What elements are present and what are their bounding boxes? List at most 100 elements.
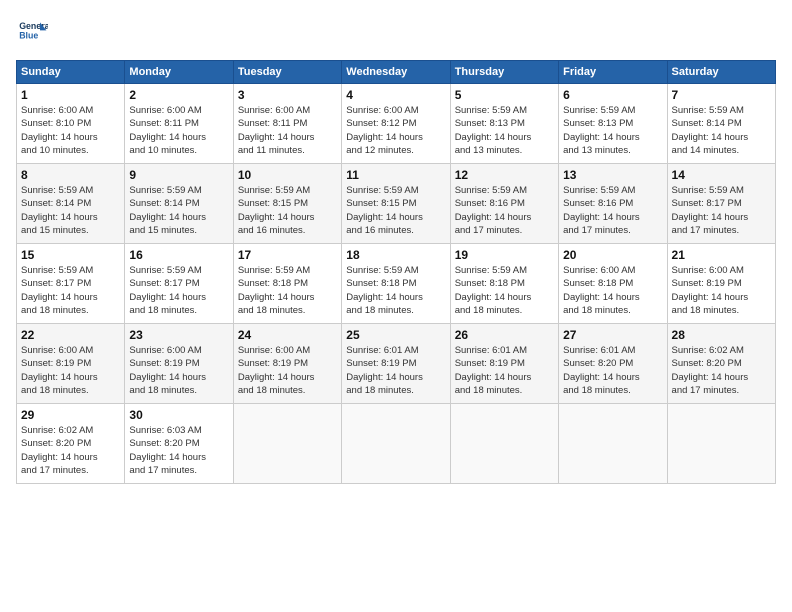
day-number: 11 — [346, 168, 445, 182]
calendar-cell: 2Sunrise: 6:00 AMSunset: 8:11 PMDaylight… — [125, 84, 233, 164]
day-info: Sunrise: 6:02 AMSunset: 8:20 PMDaylight:… — [21, 424, 120, 477]
calendar-body: 1 Sunrise: 6:00 AMSunset: 8:10 PMDaylight… — [17, 84, 776, 484]
day-info: Sunrise: 6:02 AMSunset: 8:20 PMDaylight:… — [672, 344, 771, 397]
day-number: 21 — [672, 248, 771, 262]
day-info: Sunrise: 6:01 AMSunset: 8:19 PMDaylight:… — [455, 344, 554, 397]
day-info: Sunrise: 5:59 AMSunset: 8:14 PMDaylight:… — [672, 104, 771, 157]
day-info: Sunrise: 6:03 AMSunset: 8:20 PMDaylight:… — [129, 424, 228, 477]
calendar-cell: 9Sunrise: 5:59 AMSunset: 8:14 PMDaylight… — [125, 164, 233, 244]
day-number: 5 — [455, 88, 554, 102]
day-number: 27 — [563, 328, 662, 342]
calendar-cell: 27 Sunrise: 6:01 AMSunset: 8:20 PMDayligh… — [559, 324, 667, 404]
day-info: Sunrise: 5:59 AMSunset: 8:17 PMDaylight:… — [672, 184, 771, 237]
day-number: 4 — [346, 88, 445, 102]
day-number: 22 — [21, 328, 120, 342]
calendar-cell: 10 Sunrise: 5:59 AMSunset: 8:15 PMDayligh… — [233, 164, 341, 244]
day-info: Sunrise: 6:00 AMSunset: 8:19 PMDaylight:… — [129, 344, 228, 397]
day-number: 20 — [563, 248, 662, 262]
day-number: 9 — [129, 168, 228, 182]
day-info: Sunrise: 5:59 AMSunset: 8:17 PMDaylight:… — [21, 264, 120, 317]
calendar-cell: 14Sunrise: 5:59 AMSunset: 8:17 PMDayligh… — [667, 164, 775, 244]
day-info: Sunrise: 5:59 AMSunset: 8:16 PMDaylight:… — [563, 184, 662, 237]
day-info: Sunrise: 5:59 AMSunset: 8:15 PMDaylight:… — [238, 184, 337, 237]
calendar-cell: 25 Sunrise: 6:01 AMSunset: 8:19 PMDayligh… — [342, 324, 450, 404]
calendar-cell: 16 Sunrise: 5:59 AMSunset: 8:17 PMDayligh… — [125, 244, 233, 324]
calendar-row: 1 Sunrise: 6:00 AMSunset: 8:10 PMDaylight… — [17, 84, 776, 164]
calendar-cell — [450, 404, 558, 484]
day-number: 30 — [129, 408, 228, 422]
calendar-cell: 1 Sunrise: 6:00 AMSunset: 8:10 PMDaylight… — [17, 84, 125, 164]
calendar-cell: 22 Sunrise: 6:00 AMSunset: 8:19 PMDayligh… — [17, 324, 125, 404]
day-info: Sunrise: 6:01 AMSunset: 8:19 PMDaylight:… — [346, 344, 445, 397]
calendar-cell: 20 Sunrise: 6:00 AMSunset: 8:18 PMDayligh… — [559, 244, 667, 324]
day-info: Sunrise: 6:00 AMSunset: 8:11 PMDaylight:… — [238, 104, 337, 157]
calendar-header: SundayMondayTuesdayWednesdayThursdayFrid… — [17, 61, 776, 84]
day-number: 16 — [129, 248, 228, 262]
weekday-header-row: SundayMondayTuesdayWednesdayThursdayFrid… — [17, 61, 776, 84]
day-info: Sunrise: 5:59 AMSunset: 8:13 PMDaylight:… — [455, 104, 554, 157]
day-number: 3 — [238, 88, 337, 102]
calendar-cell: 28 Sunrise: 6:02 AMSunset: 8:20 PMDayligh… — [667, 324, 775, 404]
calendar-row: 29Sunrise: 6:02 AMSunset: 8:20 PMDayligh… — [17, 404, 776, 484]
day-info: Sunrise: 5:59 AMSunset: 8:18 PMDaylight:… — [455, 264, 554, 317]
day-info: Sunrise: 6:00 AMSunset: 8:19 PMDaylight:… — [21, 344, 120, 397]
calendar-row: 22 Sunrise: 6:00 AMSunset: 8:19 PMDayligh… — [17, 324, 776, 404]
calendar-cell: 21 Sunrise: 6:00 AMSunset: 8:19 PMDayligh… — [667, 244, 775, 324]
calendar-cell: 7 Sunrise: 5:59 AMSunset: 8:14 PMDaylight… — [667, 84, 775, 164]
calendar-table: SundayMondayTuesdayWednesdayThursdayFrid… — [16, 60, 776, 484]
calendar-cell — [342, 404, 450, 484]
day-number: 25 — [346, 328, 445, 342]
day-number: 13 — [563, 168, 662, 182]
day-info: Sunrise: 5:59 AMSunset: 8:14 PMDaylight:… — [21, 184, 120, 237]
day-info: Sunrise: 6:00 AMSunset: 8:19 PMDaylight:… — [672, 264, 771, 317]
day-info: Sunrise: 5:59 AMSunset: 8:16 PMDaylight:… — [455, 184, 554, 237]
day-number: 15 — [21, 248, 120, 262]
calendar-cell: 6 Sunrise: 5:59 AMSunset: 8:13 PMDaylight… — [559, 84, 667, 164]
weekday-header-wednesday: Wednesday — [342, 61, 450, 84]
day-number: 7 — [672, 88, 771, 102]
day-number: 24 — [238, 328, 337, 342]
day-number: 8 — [21, 168, 120, 182]
day-number: 28 — [672, 328, 771, 342]
day-number: 23 — [129, 328, 228, 342]
day-number: 6 — [563, 88, 662, 102]
calendar-row: 15 Sunrise: 5:59 AMSunset: 8:17 PMDayligh… — [17, 244, 776, 324]
day-info: Sunrise: 6:01 AMSunset: 8:20 PMDaylight:… — [563, 344, 662, 397]
calendar-cell: 30 Sunrise: 6:03 AMSunset: 8:20 PMDayligh… — [125, 404, 233, 484]
day-number: 19 — [455, 248, 554, 262]
calendar-cell: 5 Sunrise: 5:59 AMSunset: 8:13 PMDaylight… — [450, 84, 558, 164]
svg-text:Blue: Blue — [19, 30, 38, 40]
calendar-row: 8 Sunrise: 5:59 AMSunset: 8:14 PMDaylight… — [17, 164, 776, 244]
calendar-cell: 13 Sunrise: 5:59 AMSunset: 8:16 PMDayligh… — [559, 164, 667, 244]
weekday-header-tuesday: Tuesday — [233, 61, 341, 84]
calendar-cell: 3 Sunrise: 6:00 AMSunset: 8:11 PMDaylight… — [233, 84, 341, 164]
day-info: Sunrise: 5:59 AMSunset: 8:17 PMDaylight:… — [129, 264, 228, 317]
day-number: 26 — [455, 328, 554, 342]
calendar-cell: 23 Sunrise: 6:00 AMSunset: 8:19 PMDayligh… — [125, 324, 233, 404]
day-info: Sunrise: 6:00 AMSunset: 8:11 PMDaylight:… — [129, 104, 228, 157]
calendar-cell: 15 Sunrise: 5:59 AMSunset: 8:17 PMDayligh… — [17, 244, 125, 324]
day-info: Sunrise: 6:00 AMSunset: 8:19 PMDaylight:… — [238, 344, 337, 397]
day-info: Sunrise: 5:59 AMSunset: 8:15 PMDaylight:… — [346, 184, 445, 237]
day-info: Sunrise: 5:59 AMSunset: 8:13 PMDaylight:… — [563, 104, 662, 157]
calendar-cell: 24 Sunrise: 6:00 AMSunset: 8:19 PMDayligh… — [233, 324, 341, 404]
day-number: 1 — [21, 88, 120, 102]
day-number: 18 — [346, 248, 445, 262]
day-info: Sunrise: 5:59 AMSunset: 8:18 PMDaylight:… — [238, 264, 337, 317]
day-number: 10 — [238, 168, 337, 182]
day-number: 12 — [455, 168, 554, 182]
calendar-cell: 4 Sunrise: 6:00 AMSunset: 8:12 PMDaylight… — [342, 84, 450, 164]
weekday-header-sunday: Sunday — [17, 61, 125, 84]
day-info: Sunrise: 6:00 AMSunset: 8:10 PMDaylight:… — [21, 104, 120, 157]
logo: General Blue — [16, 16, 52, 48]
weekday-header-thursday: Thursday — [450, 61, 558, 84]
logo-icon: General Blue — [16, 16, 48, 48]
calendar-cell: 17 Sunrise: 5:59 AMSunset: 8:18 PMDayligh… — [233, 244, 341, 324]
page-header: General Blue — [16, 16, 776, 48]
calendar-cell: 19 Sunrise: 5:59 AMSunset: 8:18 PMDayligh… — [450, 244, 558, 324]
day-info: Sunrise: 6:00 AMSunset: 8:12 PMDaylight:… — [346, 104, 445, 157]
calendar-cell: 11 Sunrise: 5:59 AMSunset: 8:15 PMDayligh… — [342, 164, 450, 244]
day-number: 17 — [238, 248, 337, 262]
day-info: Sunrise: 6:00 AMSunset: 8:18 PMDaylight:… — [563, 264, 662, 317]
weekday-header-friday: Friday — [559, 61, 667, 84]
